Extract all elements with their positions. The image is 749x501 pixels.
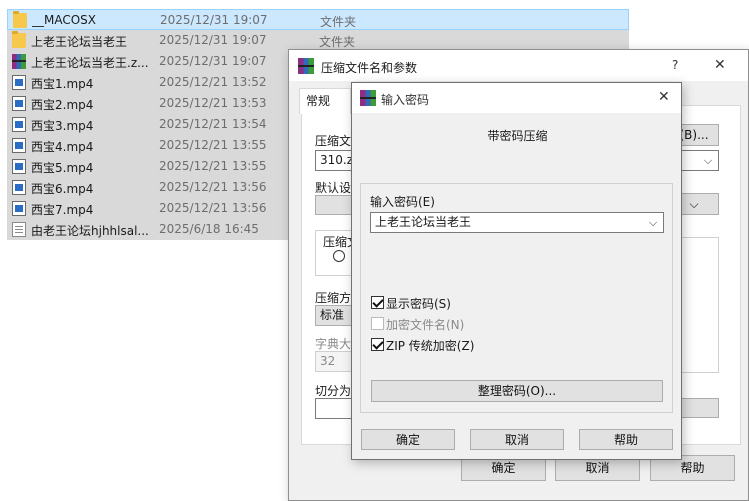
file-name: 西宝6.mp4 xyxy=(31,182,94,196)
file-date: 2025/6/18 16:45 xyxy=(159,222,259,236)
password-value: 上老王论坛当老王 xyxy=(375,215,472,229)
password-options-group: 输入密码(E) 上老王论坛当老王 ⌵ 显示密码(S) 加密文件名(N) ZIP … xyxy=(360,183,673,413)
file-row[interactable]: 西宝3.mp4 2025/12/21 13:54 xyxy=(7,114,289,135)
rar-archive-icon xyxy=(12,54,26,69)
file-name: 西宝1.mp4 xyxy=(31,77,94,91)
file-name: 西宝7.mp4 xyxy=(31,203,94,217)
file-date: 2025/12/21 13:52 xyxy=(159,75,267,89)
video-file-icon xyxy=(12,117,26,132)
file-row[interactable]: 西宝7.mp4 2025/12/21 13:56 xyxy=(7,198,289,219)
text-file-icon xyxy=(12,222,26,237)
video-file-icon xyxy=(12,138,26,153)
file-row[interactable]: 西宝1.mp4 2025/12/21 13:52 xyxy=(7,72,289,93)
file-name: 上老王论坛当老王 xyxy=(31,35,128,49)
winrar-icon xyxy=(298,58,314,74)
file-name: 由老王论坛hjhhlsal... xyxy=(31,224,149,238)
file-date: 2025/12/21 13:54 xyxy=(159,117,267,131)
folder-icon xyxy=(13,11,27,28)
archive-dialog-title: 压缩文件名和参数 xyxy=(321,61,418,75)
dictionary-size-select[interactable]: 32 xyxy=(315,351,355,372)
file-row[interactable]: __MACOSX 2025/12/31 19:07 文件夹 xyxy=(7,9,629,30)
file-name: 西宝4.mp4 xyxy=(31,140,94,154)
zip-legacy-checkbox[interactable] xyxy=(371,338,384,351)
file-type: 文件夹 xyxy=(320,15,357,29)
file-name: 西宝3.mp4 xyxy=(31,119,94,133)
file-date: 2025/12/21 13:56 xyxy=(159,201,267,215)
enter-password-dialog: 输入密码 ✕ 带密码压缩 输入密码(E) 上老王论坛当老王 ⌵ 显示密码(S) … xyxy=(351,82,682,460)
video-file-icon xyxy=(12,75,26,90)
file-row[interactable]: 西宝6.mp4 2025/12/21 13:56 xyxy=(7,177,289,198)
file-type: 文件夹 xyxy=(319,35,356,49)
zip-legacy-label: ZIP 传统加密(Z) xyxy=(386,339,475,353)
chevron-down-icon[interactable]: ⌵ xyxy=(647,213,659,232)
password-combo[interactable]: 上老王论坛当老王 ⌵ xyxy=(370,212,664,233)
split-volume-label: 切分为 xyxy=(315,384,352,398)
split-volume-input[interactable] xyxy=(315,398,355,419)
file-name: 上老王论坛当老王.z... xyxy=(31,56,149,70)
dictionary-size-label: 字典大 xyxy=(315,337,352,351)
encrypt-names-label: 加密文件名(N) xyxy=(386,318,465,332)
profiles-button[interactable] xyxy=(315,195,355,215)
video-file-icon xyxy=(12,180,26,195)
file-date: 2025/12/31 19:07 xyxy=(160,13,268,27)
organize-passwords-button[interactable]: 整理密码(O)... xyxy=(371,380,663,402)
file-name: 西宝5.mp4 xyxy=(31,161,94,175)
close-icon[interactable]: ✕ xyxy=(714,57,726,73)
password-cancel-button[interactable]: 取消 xyxy=(470,429,564,450)
file-row[interactable]: 西宝4.mp4 2025/12/21 13:55 xyxy=(7,135,289,156)
file-name: 西宝2.mp4 xyxy=(31,98,94,112)
password-help-button[interactable]: 帮助 xyxy=(579,429,673,450)
password-ok-button[interactable]: 确定 xyxy=(361,429,455,450)
file-date: 2025/12/21 13:55 xyxy=(159,159,267,173)
encrypt-names-checkbox[interactable] xyxy=(371,317,384,330)
file-row[interactable]: 西宝5.mp4 2025/12/21 13:55 xyxy=(7,156,289,177)
password-heading: 带密码压缩 xyxy=(487,129,548,143)
compression-method-label: 压缩方 xyxy=(315,291,352,305)
winrar-icon xyxy=(360,90,376,106)
file-row[interactable]: 西宝2.mp4 2025/12/21 13:53 xyxy=(7,93,289,114)
file-row[interactable]: 由老王论坛hjhhlsal... 2025/6/18 16:45 xyxy=(7,219,289,240)
video-file-icon xyxy=(12,96,26,111)
compression-method-select[interactable]: 标准 xyxy=(315,305,355,326)
chevron-down-icon: ⌵ xyxy=(689,197,699,211)
file-date: 2025/12/21 13:55 xyxy=(159,138,267,152)
close-icon[interactable]: ✕ xyxy=(658,89,670,105)
file-row[interactable]: 上老王论坛当老王.z... 2025/12/31 19:07 xyxy=(7,51,289,72)
file-date: 2025/12/21 13:56 xyxy=(159,180,267,194)
show-password-checkbox[interactable] xyxy=(371,296,384,309)
enter-password-label: 输入密码(E) xyxy=(370,195,435,209)
file-date: 2025/12/21 13:53 xyxy=(159,96,267,110)
file-row[interactable]: 上老王论坛当老王 2025/12/31 19:07 文件夹 xyxy=(7,30,629,51)
file-date: 2025/12/31 19:07 xyxy=(159,54,267,68)
file-name: __MACOSX xyxy=(32,13,97,27)
format-radio[interactable] xyxy=(333,250,345,262)
video-file-icon xyxy=(12,201,26,216)
password-dialog-title: 输入密码 xyxy=(381,93,430,107)
archive-name-label: 压缩文 xyxy=(315,134,352,148)
folder-icon xyxy=(12,31,26,48)
file-date: 2025/12/31 19:07 xyxy=(159,33,267,47)
chevron-down-icon[interactable]: ⌵ xyxy=(702,151,714,170)
show-password-label: 显示密码(S) xyxy=(386,297,451,311)
password-dialog-titlebar[interactable]: 输入密码 ✕ xyxy=(352,83,681,113)
video-file-icon xyxy=(12,159,26,174)
help-icon[interactable]: ? xyxy=(672,58,678,72)
default-profile-label: 默认设 xyxy=(315,181,352,195)
archive-dialog-titlebar[interactable]: 压缩文件名和参数 ? ✕ xyxy=(289,50,748,81)
tab-general[interactable]: 常规 xyxy=(299,88,351,114)
